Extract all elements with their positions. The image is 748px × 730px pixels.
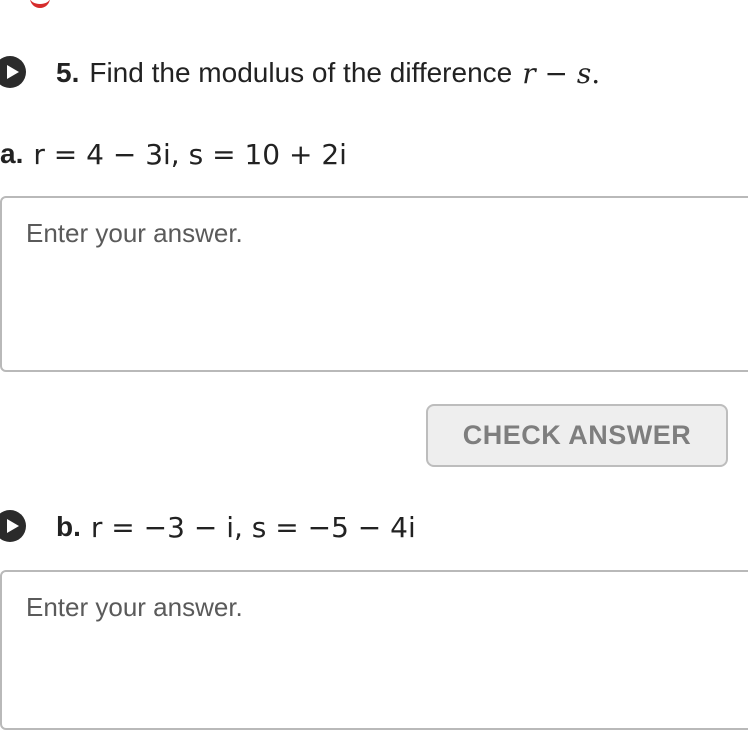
part-a-answer-input[interactable]: Enter your answer. — [0, 196, 748, 372]
question-title: 5. Find the modulus of the difference r … — [56, 56, 600, 90]
check-answer-button[interactable]: CHECK ANSWER — [426, 404, 728, 467]
question-text: Find the modulus of the difference — [89, 57, 513, 88]
part-a-label: a. — [0, 138, 24, 169]
red-check-mark-icon — [30, 0, 50, 8]
part-b-placeholder: Enter your answer. — [26, 592, 243, 622]
part-b-expression: r = −3 − i, s = −5 − 4i — [90, 510, 416, 544]
part-a-placeholder: Enter your answer. — [26, 218, 243, 248]
part-b-answer-input[interactable]: Enter your answer. — [0, 570, 748, 730]
play-icon[interactable] — [0, 56, 26, 88]
play-icon[interactable] — [0, 510, 26, 542]
part-b-prompt: b. r = −3 − i, s = −5 − 4i — [56, 509, 416, 545]
part-a-prompt: a. r = 4 − 3i, s = 10 + 2i — [0, 136, 347, 172]
question-expression: r − s. — [522, 56, 601, 90]
part-b-label: b. — [56, 511, 81, 542]
part-a-expression: r = 4 − 3i, s = 10 + 2i — [33, 137, 347, 171]
question-number: 5. — [56, 57, 80, 88]
